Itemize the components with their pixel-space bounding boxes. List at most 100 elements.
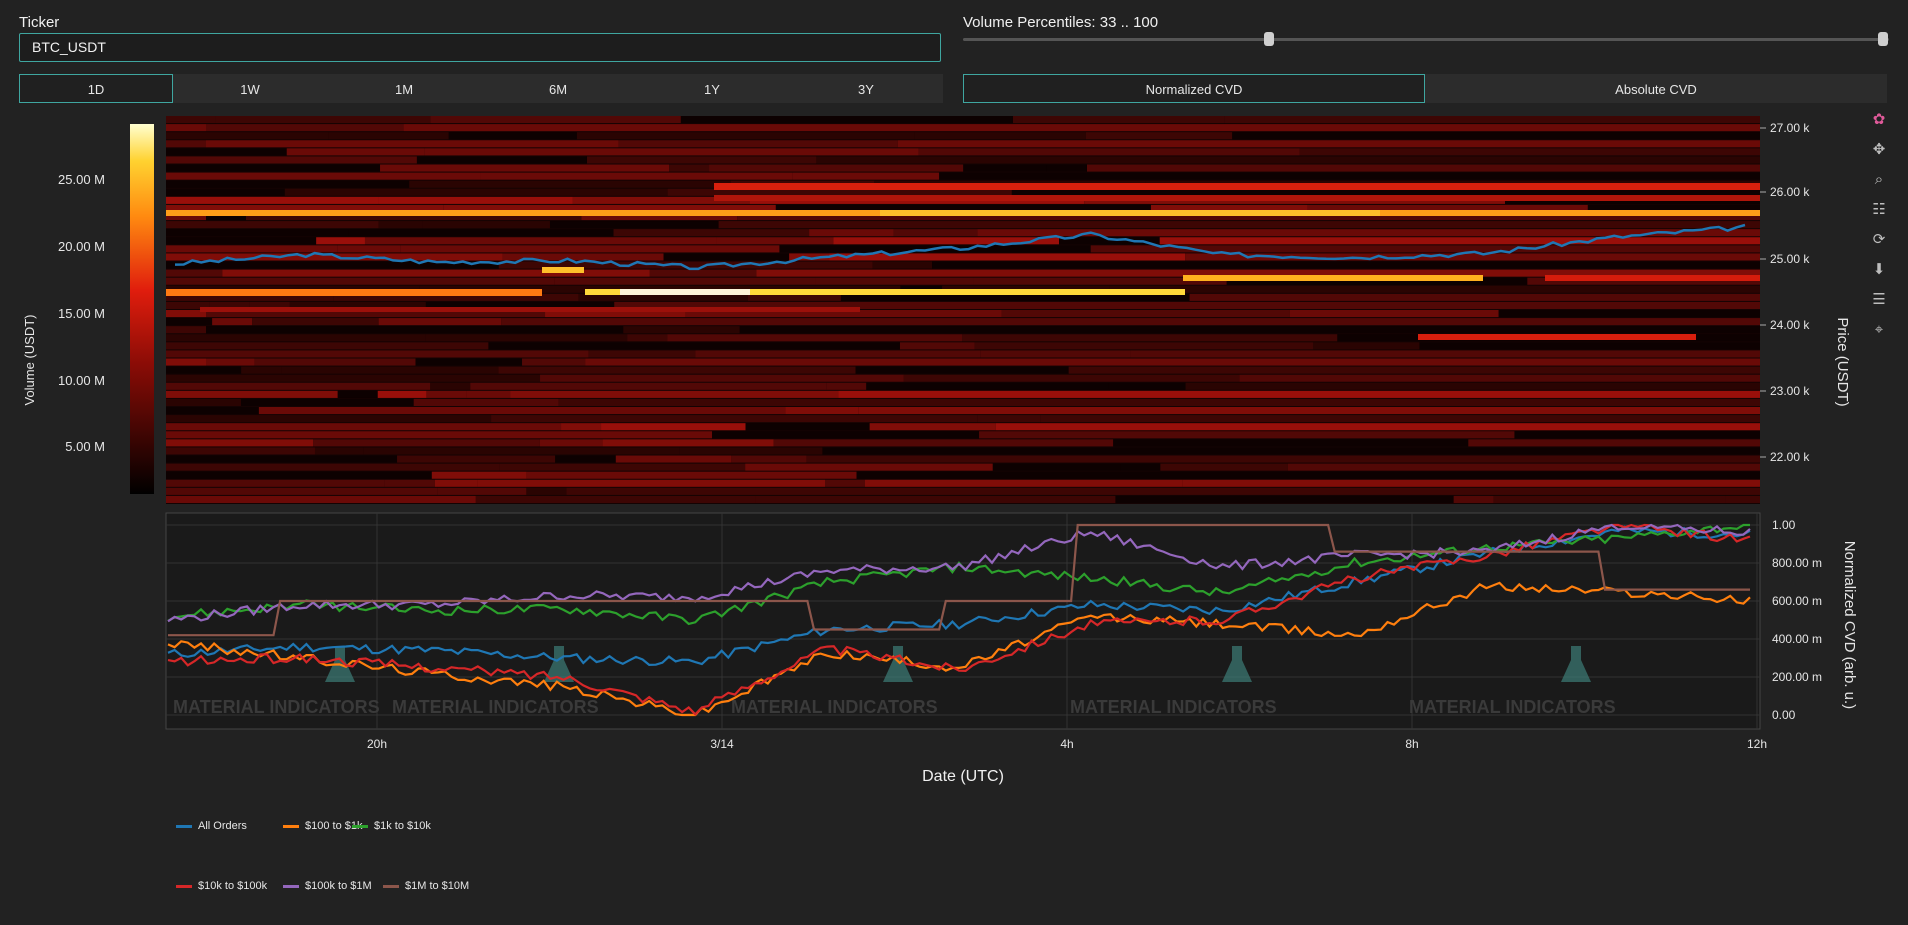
heatmap-cell	[206, 229, 349, 237]
cvd-y-tick-label: 600.00 m	[1772, 594, 1822, 608]
slider-handle-high[interactable]	[1878, 32, 1888, 46]
heatmap-cell	[206, 326, 624, 334]
heatmap-cell	[403, 124, 1760, 132]
legend-item[interactable]: $1k to $10k	[352, 820, 431, 832]
heatmap-cell	[731, 455, 807, 463]
cvd-y-tick-label: 0.00	[1772, 708, 1796, 722]
price-tick-label: 26.00 k	[1770, 185, 1810, 199]
heatmap-cell	[1239, 374, 1760, 382]
x-tick-label: 8h	[1405, 737, 1418, 751]
normalized-cvd-button[interactable]: Normalized CVD	[963, 74, 1425, 103]
legend-swatch	[176, 824, 192, 828]
heatmap-band	[166, 289, 542, 296]
heatmap-cell	[480, 172, 793, 180]
zoom-icon[interactable]: ⌕	[1868, 168, 1890, 190]
legend-item[interactable]: All Orders	[176, 820, 247, 832]
heatmap-cell	[539, 439, 603, 447]
cvd-y-tick-label: 800.00 m	[1772, 556, 1822, 570]
volume-percentile-slider-track[interactable]	[963, 38, 1889, 41]
heatmap-cell	[1313, 342, 1420, 350]
heatmap-cell	[166, 487, 438, 495]
heatmap-cell	[1130, 350, 1760, 358]
x-axis-title: Date (UTC)	[922, 768, 1004, 785]
heatmap-cell	[914, 132, 1086, 140]
legend-swatch	[383, 884, 399, 888]
ticker-input[interactable]: BTC_USDT	[19, 33, 941, 62]
heatmap-cell	[1046, 164, 1087, 172]
heatmap-cell	[254, 358, 416, 366]
heatmap-cell	[378, 196, 573, 204]
heatmap-cell	[1299, 148, 1760, 156]
heatmap-cell	[337, 390, 378, 398]
hover-closest-icon[interactable]: ☰	[1868, 288, 1890, 310]
heatmap-cell	[903, 374, 1240, 382]
heatmap-cell	[613, 229, 810, 237]
heatmap-cell	[281, 366, 499, 374]
heatmap-cell	[815, 277, 974, 285]
timeframe-1y-button[interactable]: 1Y	[635, 74, 789, 103]
legend-item[interactable]: $1M to $10M	[383, 880, 469, 892]
timeframe-selector: 1D 1W 1M 6M 1Y 3Y	[19, 74, 943, 103]
heatmap-cell	[712, 431, 980, 439]
reset-icon[interactable]: ⟳	[1868, 228, 1890, 250]
heatmap-cell	[1109, 285, 1760, 293]
watermark-text: MATERIAL INDICATORS	[392, 697, 599, 717]
heatmap-cell	[240, 398, 414, 406]
heatmap-cell	[206, 124, 283, 132]
heatmap-cell	[166, 148, 287, 156]
heatmap-cell	[979, 431, 1515, 439]
legend-label: All Orders	[198, 820, 247, 832]
heatmap-cell	[166, 164, 381, 172]
heatmap-cell	[1040, 415, 1760, 423]
x-tick-label: 20h	[367, 737, 387, 751]
heatmap-cell	[549, 221, 719, 229]
legend-item[interactable]: $10k to $100k	[176, 880, 267, 892]
timeframe-1m-button[interactable]: 1M	[327, 74, 481, 103]
heatmap-cell	[838, 390, 1760, 398]
heatmap-cell	[166, 269, 223, 277]
heatmap-cell	[477, 479, 826, 487]
legend-label: $10k to $100k	[198, 880, 268, 892]
slider-handle-low[interactable]	[1263, 32, 1274, 46]
heatmap-cell	[739, 326, 1760, 334]
heatmap-cell	[166, 277, 555, 285]
heatmap-cell	[166, 390, 338, 398]
heatmap-cell	[425, 334, 628, 342]
heatmap-cell	[166, 342, 489, 350]
heatmap-cell	[1120, 463, 1161, 471]
compare-data-icon[interactable]: ☷	[1868, 198, 1890, 220]
absolute-cvd-button[interactable]: Absolute CVD	[1425, 74, 1887, 103]
price-tick-label: 24.00 k	[1770, 318, 1810, 332]
heatmap-cell	[166, 140, 206, 148]
heatmap-cell	[669, 164, 710, 172]
watermark-text: MATERIAL INDICATORS	[173, 697, 380, 717]
heatmap-cell	[623, 326, 740, 334]
pan-icon[interactable]: ✥	[1868, 138, 1890, 160]
heatmap-cell	[313, 439, 540, 447]
heatmap-cell	[282, 124, 404, 132]
heatmap-cell	[258, 407, 786, 415]
heatmap-cell	[1493, 495, 1726, 503]
timeframe-1w-button[interactable]: 1W	[173, 74, 327, 103]
heatmap-cell	[488, 342, 900, 350]
timeframe-1d-button[interactable]: 1D	[19, 74, 173, 103]
legend-item[interactable]: $100 to $1k	[283, 820, 363, 832]
heatmap-cell	[1289, 310, 1499, 318]
heatmap-cell	[576, 132, 915, 140]
heatmap-cell	[858, 407, 1760, 415]
heatmap-cell	[166, 431, 713, 439]
download-icon[interactable]: ⬇	[1868, 258, 1890, 280]
crosshair-icon[interactable]: ⌖	[1868, 318, 1890, 340]
legend-item[interactable]: $100k to $1M	[283, 880, 372, 892]
timeframe-3y-button[interactable]: 3Y	[789, 74, 943, 103]
heatmap-cell	[430, 116, 681, 124]
heatmap-cell	[586, 156, 817, 164]
heatmap-cell	[872, 261, 933, 269]
heatmap-cell	[866, 382, 1109, 390]
timeframe-6m-button[interactable]: 6M	[481, 74, 635, 103]
heatmap-cell	[166, 334, 426, 342]
heatmap-cell	[499, 463, 746, 471]
heatmap-cell	[1287, 463, 1760, 471]
heatmap-cell	[663, 253, 790, 261]
heatmap-cell	[745, 423, 870, 431]
